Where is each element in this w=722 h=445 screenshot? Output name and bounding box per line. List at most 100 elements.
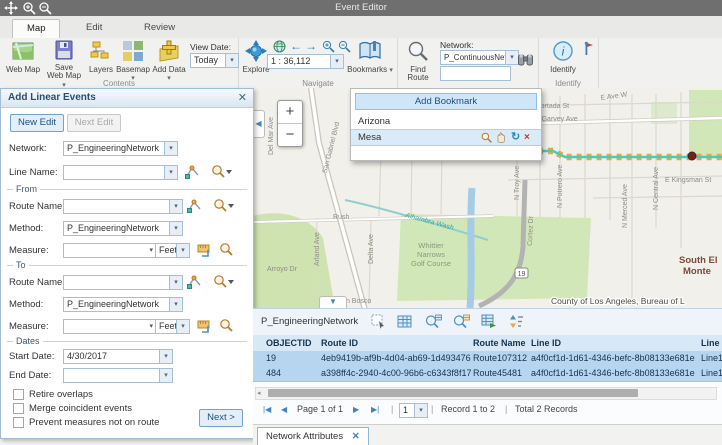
zoom-out-icon[interactable] xyxy=(38,1,52,15)
column-header-route-name[interactable]: Route Name xyxy=(473,335,529,351)
bookmark-delete-icon[interactable]: × xyxy=(524,130,536,142)
retire-overlaps-checkbox[interactable] xyxy=(13,389,24,400)
table-grid-icon[interactable] xyxy=(397,314,412,332)
prev-page-icon[interactable]: ◀ xyxy=(281,405,287,414)
from-measure-caret-icon[interactable]: ▾ xyxy=(149,244,153,257)
collapse-bottom-panel-button[interactable]: ▼ xyxy=(319,296,347,308)
from-unit-select[interactable]: Feet ▾ xyxy=(155,243,190,258)
from-method-caret-icon[interactable]: ▾ xyxy=(169,222,182,235)
close-icon[interactable]: ✕ xyxy=(238,91,247,104)
from-measure-combo[interactable]: ▾ xyxy=(63,243,156,258)
forward-icon[interactable]: → xyxy=(305,39,317,53)
from-zoom-menu-icon[interactable] xyxy=(213,198,235,216)
web-map-button[interactable]: Web Map xyxy=(4,40,42,74)
to-route-name-select[interactable]: ▾ xyxy=(63,275,183,290)
add-bookmark-button[interactable]: Add Bookmark xyxy=(355,93,537,110)
view-date-select[interactable]: Today ▾ xyxy=(190,53,239,68)
column-header-line-name[interactable]: Line Name xyxy=(701,335,722,351)
network-select[interactable]: P_ContinuousNetwork ▾ xyxy=(440,50,519,65)
sort-icon[interactable] xyxy=(509,314,524,332)
tab-review[interactable]: Review xyxy=(130,19,189,37)
map-zoom-in-button[interactable]: + xyxy=(278,101,302,124)
from-route-caret-icon[interactable]: ▾ xyxy=(169,200,182,213)
end-date-caret-icon[interactable]: ▾ xyxy=(159,369,172,382)
select-line-on-map-icon[interactable] xyxy=(185,164,200,182)
bookmark-zoom-icon[interactable] xyxy=(481,132,493,144)
table-selection-icon[interactable] xyxy=(371,314,386,332)
column-header-objectid[interactable]: OBJECTID xyxy=(266,335,320,351)
tab-close-icon[interactable]: ✕ xyxy=(352,431,360,442)
to-method-select[interactable]: P_EngineeringNetwork ▾ xyxy=(63,297,183,312)
pan-icon[interactable] xyxy=(4,1,18,15)
event-point[interactable] xyxy=(688,152,696,160)
route-search-input[interactable] xyxy=(440,66,511,81)
next-edit-button[interactable]: Next Edit xyxy=(67,114,121,132)
from-unit-caret-icon[interactable]: ▾ xyxy=(176,244,189,257)
to-select-route-on-map-icon[interactable] xyxy=(187,274,202,292)
to-ruler-icon[interactable] xyxy=(197,318,212,336)
tab-map[interactable]: Map xyxy=(12,19,60,38)
to-measure-combo[interactable]: ▾ xyxy=(63,319,156,334)
first-page-icon[interactable]: |◀ xyxy=(263,405,271,414)
scroll-left-arrow-icon[interactable]: ◂ xyxy=(257,389,261,398)
end-date-select[interactable]: ▾ xyxy=(63,368,173,383)
to-method-caret-icon[interactable]: ▾ xyxy=(169,298,182,311)
layers-button[interactable]: Layers xyxy=(86,40,116,74)
page-number-select[interactable]: 1 ▾ xyxy=(399,403,428,418)
scrollbar-thumb[interactable] xyxy=(268,389,638,397)
line-name-field-select[interactable]: ▾ xyxy=(63,165,178,180)
collapse-left-panel-button[interactable]: ◀ xyxy=(253,110,265,138)
zoom-to-selected-icon[interactable] xyxy=(425,314,442,332)
table-row[interactable]: 19 4eb9419b-af9b-4d04-ab69-1d493476802b … xyxy=(253,351,722,367)
zoom-to-all-icon[interactable] xyxy=(453,314,470,332)
to-route-caret-icon[interactable]: ▾ xyxy=(169,276,182,289)
bookmarks-button[interactable]: Bookmarks ▾ xyxy=(347,40,393,75)
next-button[interactable]: Next > xyxy=(199,409,243,427)
map-zoom-out-button[interactable]: − xyxy=(278,124,302,146)
add-data-button[interactable]: Add Data ▾ xyxy=(152,40,186,84)
from-select-route-on-map-icon[interactable] xyxy=(187,198,202,216)
from-route-name-select[interactable]: ▾ xyxy=(63,199,183,214)
scale-caret-icon[interactable]: ▾ xyxy=(330,55,343,68)
basemap-button[interactable]: Basemap ▾ xyxy=(116,40,150,84)
page-number-caret-icon[interactable]: ▾ xyxy=(414,404,427,417)
network-caret-icon[interactable]: ▾ xyxy=(505,51,518,64)
to-unit-caret-icon[interactable]: ▾ xyxy=(176,320,189,333)
column-header-route-id[interactable]: Route ID xyxy=(321,335,471,351)
bookmark-item-arizona[interactable]: Arizona xyxy=(351,114,541,129)
scale-select[interactable]: 1 : 36,112 ▾ xyxy=(267,54,344,69)
network-field-select[interactable]: P_EngineeringNetwork ▾ xyxy=(63,141,178,156)
bookmark-item-mesa[interactable]: Mesa ↻ × xyxy=(351,129,541,146)
network-attributes-tab[interactable]: Network Attributes ✕ xyxy=(257,427,369,445)
merge-coincident-checkbox[interactable] xyxy=(13,403,24,414)
from-measure-zoom-icon[interactable] xyxy=(219,242,234,260)
line-name-caret-icon[interactable]: ▾ xyxy=(164,166,177,179)
flag-pin-icon[interactable] xyxy=(580,41,593,58)
identify-button[interactable]: i Identify xyxy=(546,40,580,74)
back-icon[interactable]: ← xyxy=(290,39,302,53)
line-zoom-menu-icon[interactable] xyxy=(211,164,233,182)
from-method-select[interactable]: P_EngineeringNetwork ▾ xyxy=(63,221,183,236)
export-table-icon[interactable] xyxy=(481,314,497,332)
prevent-measures-checkbox[interactable] xyxy=(13,417,24,428)
to-unit-select[interactable]: Feet ▾ xyxy=(155,319,190,334)
start-date-caret-icon[interactable]: ▾ xyxy=(159,350,172,363)
table-row[interactable]: 484 a398ff4c-2940-4c00-96b6-c6343f8f1711… xyxy=(253,366,722,382)
find-route-button[interactable]: Find Route xyxy=(402,40,434,83)
map-viewport[interactable]: 19 Del Mar Ave San Gabriel Blvd E Cortad… xyxy=(253,88,722,308)
last-page-icon[interactable]: ▶| xyxy=(371,405,379,414)
binoculars-icon[interactable] xyxy=(518,52,533,69)
to-zoom-menu-icon[interactable] xyxy=(213,274,235,292)
start-date-select[interactable]: 4/30/2017 ▾ xyxy=(63,349,173,364)
to-measure-caret-icon[interactable]: ▾ xyxy=(149,320,153,333)
next-page-icon[interactable]: ▶ xyxy=(353,405,359,414)
bookmark-pan-icon[interactable] xyxy=(495,132,507,144)
from-ruler-icon[interactable] xyxy=(197,242,212,260)
horizontal-scrollbar[interactable]: ◂ xyxy=(255,387,717,400)
bookmark-refresh-icon[interactable]: ↻ xyxy=(511,130,523,142)
new-edit-button[interactable]: New Edit xyxy=(10,114,64,132)
view-date-caret-icon[interactable]: ▾ xyxy=(225,54,238,67)
column-header-line-id[interactable]: Line ID xyxy=(531,335,699,351)
to-measure-zoom-icon[interactable] xyxy=(219,318,234,336)
zoom-in-icon[interactable] xyxy=(22,1,36,15)
